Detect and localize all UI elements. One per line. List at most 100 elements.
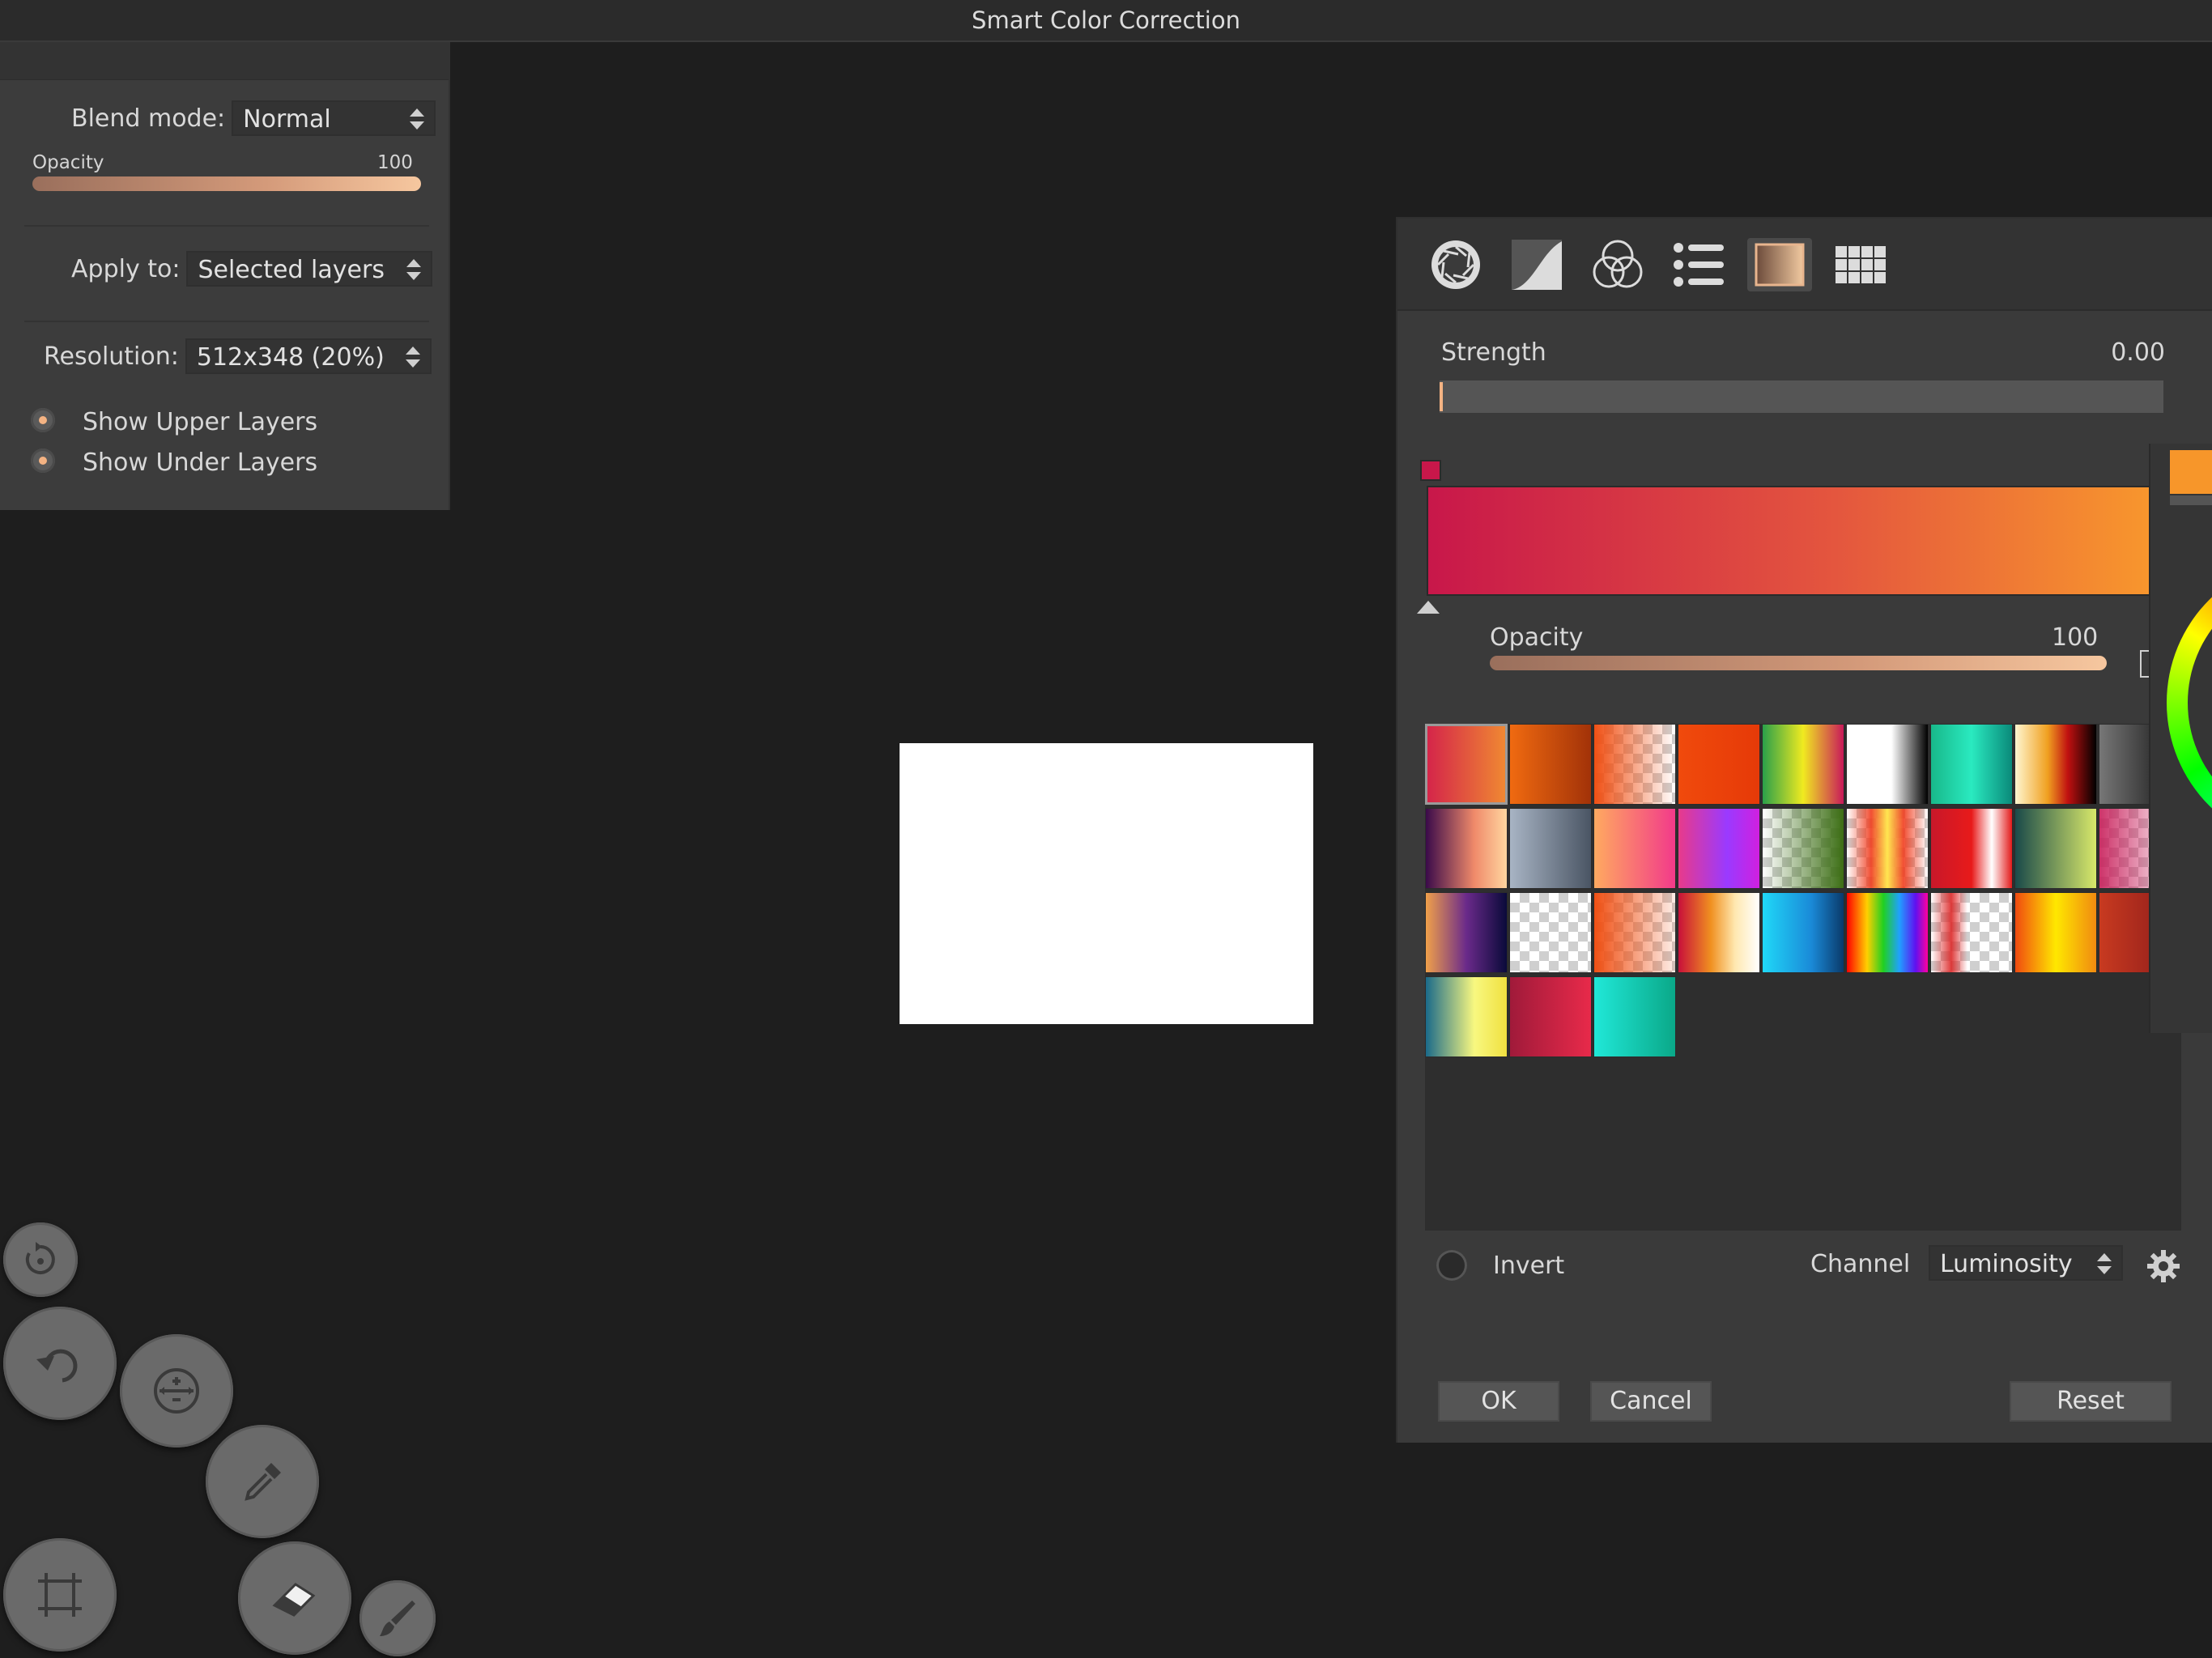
blend-mode-select[interactable]: Normal bbox=[232, 100, 436, 136]
gradient-preset[interactable] bbox=[1762, 892, 1844, 973]
invert-checkbox[interactable] bbox=[1436, 1250, 1467, 1281]
gradient-preset[interactable] bbox=[1509, 976, 1592, 1057]
blend-mode-label: Blend mode: bbox=[71, 104, 226, 133]
select-arrows-icon bbox=[404, 345, 422, 369]
divider bbox=[24, 321, 429, 322]
show-upper-layers-label: Show Upper Layers bbox=[83, 408, 318, 436]
canvas-document[interactable] bbox=[900, 743, 1313, 1024]
strength-slider-handle[interactable] bbox=[1440, 382, 1443, 411]
gradient-preset[interactable] bbox=[2014, 892, 2097, 973]
layer-settings-panel: Blend mode: Normal Opacity 100 Apply to:… bbox=[0, 42, 450, 510]
gradient-preset[interactable] bbox=[1930, 724, 2013, 805]
gradient-presets bbox=[1425, 724, 2181, 1231]
eyedropper-icon bbox=[245, 1463, 281, 1501]
eraser-button[interactable] bbox=[238, 1541, 351, 1655]
current-color-swatch[interactable] bbox=[2170, 450, 2212, 494]
gradient-preset[interactable] bbox=[1930, 892, 2013, 973]
eraser-icon bbox=[272, 1583, 316, 1617]
swatch-shadow bbox=[2170, 495, 2212, 505]
gradient-preset[interactable] bbox=[1509, 892, 1592, 973]
gradient-preset[interactable] bbox=[1593, 976, 1676, 1057]
divider bbox=[24, 225, 429, 227]
gradient-preview[interactable] bbox=[1427, 486, 2170, 596]
tab-grid[interactable] bbox=[1828, 238, 1893, 291]
gear-icon[interactable] bbox=[2146, 1248, 2181, 1284]
curves-icon bbox=[1512, 240, 1562, 290]
resolution-value: 512x348 (20%) bbox=[196, 343, 385, 372]
gradient-preset[interactable] bbox=[1425, 976, 1508, 1057]
gradient-preset[interactable] bbox=[1509, 724, 1592, 805]
gradient-preset[interactable] bbox=[1425, 892, 1508, 973]
gradient-preset[interactable] bbox=[1678, 808, 1760, 889]
gradient-preset[interactable] bbox=[2014, 724, 2097, 805]
tab-curves[interactable] bbox=[1504, 238, 1569, 291]
color-wheel[interactable] bbox=[2167, 557, 2212, 848]
channel-value: Luminosity bbox=[1940, 1250, 2073, 1278]
window-title: Smart Color Correction bbox=[0, 0, 2212, 42]
gradient-preset[interactable] bbox=[1846, 892, 1929, 973]
crop-button[interactable] bbox=[3, 1538, 117, 1652]
redo-button[interactable] bbox=[3, 1222, 78, 1297]
show-under-layers-label: Show Under Layers bbox=[83, 449, 318, 477]
adjustment-tabs bbox=[1397, 219, 2212, 311]
tab-color-balance[interactable] bbox=[1585, 238, 1650, 291]
gradient-preset[interactable] bbox=[1593, 892, 1676, 973]
gradient-preset[interactable] bbox=[1593, 724, 1676, 805]
crop-icon bbox=[38, 1573, 82, 1617]
gradient-preset[interactable] bbox=[2014, 808, 2097, 889]
show-upper-layers-radio[interactable] bbox=[31, 408, 55, 432]
transform-button[interactable] bbox=[120, 1334, 233, 1448]
color-balance-icon bbox=[1593, 240, 1643, 288]
eyedropper-button[interactable] bbox=[206, 1425, 319, 1538]
apply-to-value: Selected layers bbox=[198, 256, 385, 284]
tab-list[interactable] bbox=[1666, 238, 1731, 291]
panel-header bbox=[0, 42, 449, 80]
opacity-slider[interactable] bbox=[32, 176, 421, 191]
apply-to-label: Apply to: bbox=[71, 254, 181, 283]
gradient-color-stop[interactable] bbox=[1420, 460, 1441, 481]
ok-button[interactable]: OK bbox=[1438, 1381, 1559, 1422]
cancel-button[interactable]: Cancel bbox=[1590, 1381, 1712, 1422]
gradient-preset[interactable] bbox=[1425, 724, 1508, 805]
aperture-icon bbox=[1431, 240, 1480, 289]
redo-icon bbox=[25, 1242, 55, 1274]
gradient-preset[interactable] bbox=[1846, 724, 1929, 805]
invert-label: Invert bbox=[1493, 1252, 1565, 1280]
strength-slider[interactable] bbox=[1440, 380, 2163, 413]
gradient-opacity-value: 100 bbox=[2052, 623, 2099, 652]
gradient-preset[interactable] bbox=[1762, 808, 1844, 889]
gradient-preset[interactable] bbox=[1930, 808, 2013, 889]
gradient-preset[interactable] bbox=[1425, 808, 1508, 889]
gradient-preset[interactable] bbox=[1678, 724, 1760, 805]
strength-label: Strength bbox=[1441, 338, 1546, 367]
color-picker-panel bbox=[2149, 444, 2212, 1033]
opacity-value: 100 bbox=[377, 152, 413, 173]
gradient-opacity-slider[interactable] bbox=[1490, 656, 2107, 670]
channel-label: Channel bbox=[1810, 1250, 1911, 1278]
gradient-preset[interactable] bbox=[1509, 808, 1592, 889]
tab-levels[interactable] bbox=[1423, 238, 1488, 291]
apply-to-select[interactable]: Selected layers bbox=[186, 251, 433, 287]
tab-gradient-map[interactable] bbox=[1747, 238, 1812, 291]
reset-button[interactable]: Reset bbox=[2010, 1381, 2172, 1422]
opacity-label: Opacity bbox=[32, 152, 104, 173]
list-icon bbox=[1674, 243, 1724, 287]
gradient-preset[interactable] bbox=[1593, 808, 1676, 889]
channel-select[interactable]: Luminosity bbox=[1929, 1245, 2123, 1281]
gradient-preset[interactable] bbox=[1846, 808, 1929, 889]
resolution-label: Resolution: bbox=[44, 342, 179, 371]
select-arrows-icon bbox=[408, 107, 426, 131]
gradient-preset[interactable] bbox=[1678, 892, 1760, 973]
strength-value: 0.00 bbox=[2111, 338, 2165, 367]
show-under-layers-radio[interactable] bbox=[31, 449, 55, 473]
select-arrows-icon bbox=[405, 257, 423, 282]
gradient-opacity-stop[interactable] bbox=[1417, 601, 1440, 614]
resolution-select[interactable]: 512x348 (20%) bbox=[185, 338, 432, 374]
gradient-preset[interactable] bbox=[1762, 724, 1844, 805]
undo-icon bbox=[36, 1349, 78, 1383]
blend-mode-value: Normal bbox=[243, 105, 331, 134]
transform-icon bbox=[154, 1368, 199, 1414]
grid-icon bbox=[1836, 246, 1886, 283]
brush-button[interactable] bbox=[359, 1580, 436, 1656]
undo-button[interactable] bbox=[3, 1307, 117, 1420]
